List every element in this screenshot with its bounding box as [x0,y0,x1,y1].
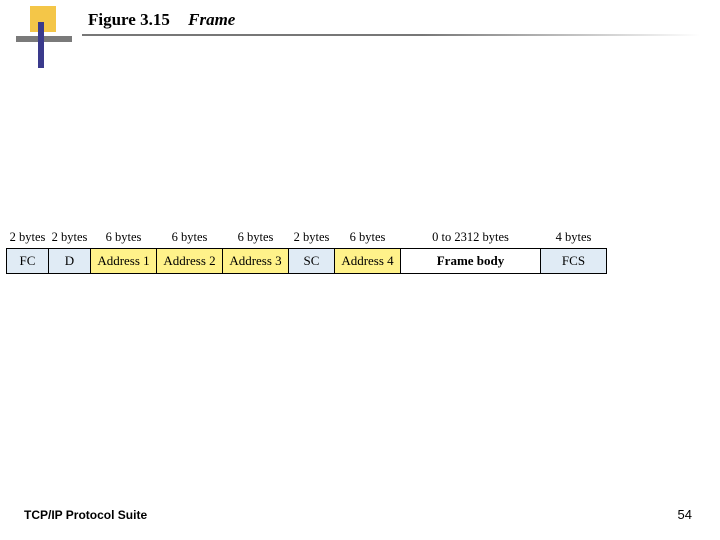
field-size: 0 to 2312 bytes [401,228,541,249]
footer-text: TCP/IP Protocol Suite [24,508,147,522]
field-label: Address 4 [335,249,401,274]
field-size: 2 bytes [289,228,335,249]
field-size: 6 bytes [223,228,289,249]
field-label: Address 2 [157,249,223,274]
frame-table: 2 bytes2 bytes6 bytes6 bytes6 bytes2 byt… [6,228,712,274]
logo-hbar [16,36,72,42]
logo-vbar [38,22,44,68]
field-label: Frame body [401,249,541,274]
field-size: 4 bytes [541,228,607,249]
field-size: 6 bytes [157,228,223,249]
figure-title: Figure 3.15 Frame [88,10,235,30]
title-underline [82,34,700,36]
frame-diagram: 2 bytes2 bytes6 bytes6 bytes6 bytes2 byt… [0,228,720,274]
field-size: 6 bytes [91,228,157,249]
frame-sizes-row: 2 bytes2 bytes6 bytes6 bytes6 bytes2 byt… [7,228,712,249]
field-label: FC [7,249,49,274]
figure-name: Frame [188,10,235,29]
field-label: Address 1 [91,249,157,274]
field-label: Address 3 [223,249,289,274]
field-size: 6 bytes [335,228,401,249]
field-label: FCS [541,249,607,274]
field-label: SC [289,249,335,274]
field-label: D [49,249,91,274]
field-size: 2 bytes [49,228,91,249]
slide-logo [16,6,72,62]
page-number: 54 [678,507,692,522]
figure-number: Figure 3.15 [88,10,170,29]
frame-fields-row: FCDAddress 1Address 2Address 3SCAddress … [7,249,712,274]
field-size: 2 bytes [7,228,49,249]
